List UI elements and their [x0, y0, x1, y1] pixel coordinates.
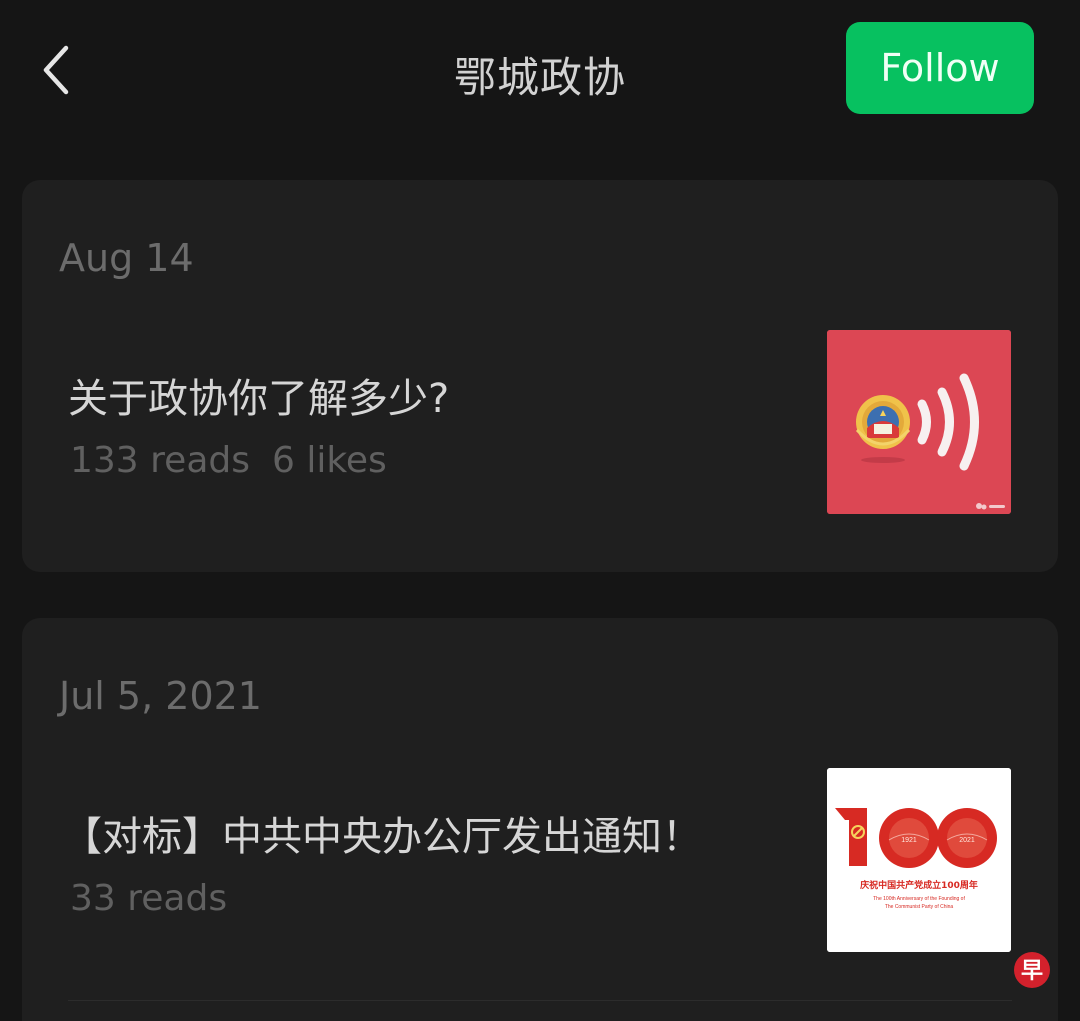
- read-count: 133 reads: [70, 440, 250, 481]
- account-page: 鄂城政协 Follow Aug 14 关于政协你了解多少? 133 reads 6…: [0, 0, 1080, 1021]
- read-count: 33 reads: [70, 878, 228, 919]
- like-count: 6 likes: [271, 440, 387, 481]
- article-thumbnail[interactable]: 1921 2021 庆祝中国共产党成立100周年 The 100th Anniv…: [827, 768, 1011, 952]
- article-title[interactable]: 【对标】中共中央办公厅发出通知！: [62, 804, 702, 862]
- article-title[interactable]: 关于政协你了解多少?: [68, 366, 449, 424]
- anniversary-caption-cn: 庆祝中国共产党成立100周年: [859, 879, 978, 891]
- article-thumbnail[interactable]: [827, 330, 1011, 514]
- cpc-100th-anniversary-logo: 1921 2021 庆祝中国共产党成立100周年 The 100th Anniv…: [827, 768, 1011, 952]
- year-end: 2021: [959, 837, 975, 844]
- article-item[interactable]: 【对标】中共中央办公厅发出通知！ 33 reads 1921 2021 庆祝中国…: [22, 768, 1058, 954]
- article-card: Jul 5, 2021 【对标】中共中央办公厅发出通知！ 33 reads 19…: [22, 618, 1058, 1021]
- article-stats: 33 reads: [70, 878, 227, 919]
- anniversary-caption-en-2: The Communist Party of China: [885, 904, 954, 910]
- divider: [68, 1000, 1012, 1001]
- article-item[interactable]: 关于政协你了解多少? 133 reads 6 likes: [22, 330, 1058, 516]
- year-start: 1921: [901, 837, 917, 844]
- top-bar: 鄂城政协 Follow: [0, 0, 1080, 145]
- anniversary-caption-en-1: The 100th Anniversary of the Founding of: [873, 896, 965, 902]
- article-card: Aug 14 关于政协你了解多少? 133 reads 6 likes: [22, 180, 1058, 572]
- cppcc-emblem-broadcast-icon: [827, 330, 1011, 514]
- publish-date: Aug 14: [59, 236, 194, 280]
- zaobao-watermark-icon: 早: [1012, 950, 1052, 990]
- watermark-glyph: 早: [1021, 959, 1043, 984]
- publish-date: Jul 5, 2021: [59, 674, 262, 718]
- follow-button[interactable]: Follow: [846, 22, 1034, 114]
- article-stats: 133 reads 6 likes: [70, 440, 387, 481]
